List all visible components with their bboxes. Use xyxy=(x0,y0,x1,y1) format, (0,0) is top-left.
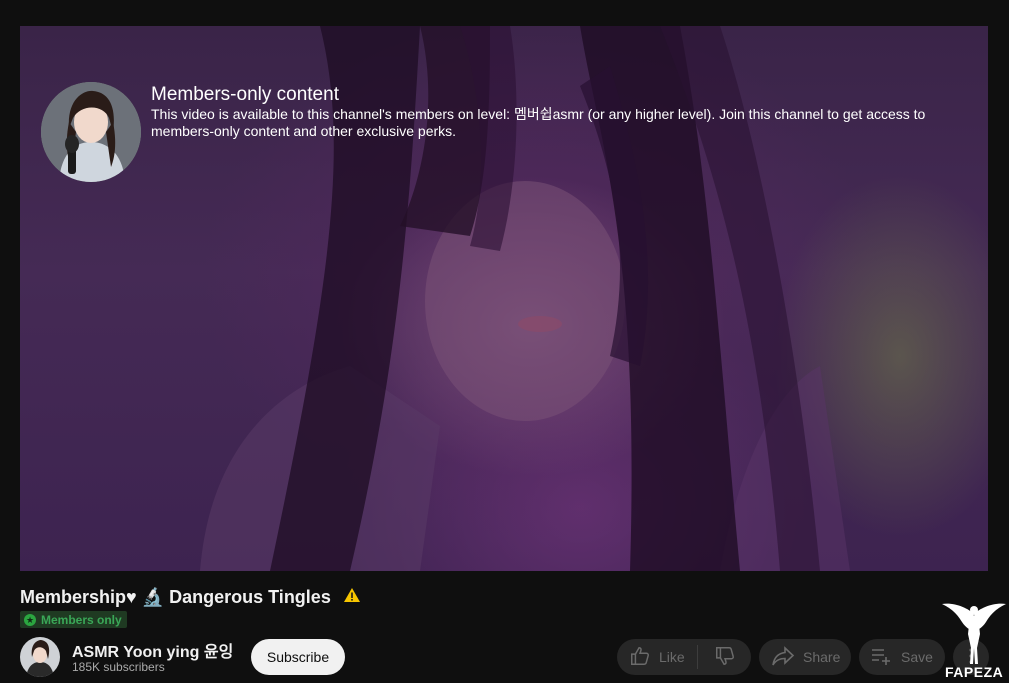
warning-icon xyxy=(343,587,361,608)
channel-name[interactable]: ASMR Yoon ying 윤잉 xyxy=(72,638,233,662)
members-only-description: This video is available to this channel'… xyxy=(151,106,926,139)
like-button[interactable]: Like xyxy=(617,639,697,675)
subscribe-button[interactable]: Subscribe xyxy=(251,639,345,675)
star-icon: ★ xyxy=(24,613,36,626)
thumbs-up-icon xyxy=(629,645,651,670)
channel-avatar-large xyxy=(41,82,141,182)
members-only-badge: ★ Members only xyxy=(20,611,127,628)
video-title: Membership♥ 🔬 Dangerous Tingles xyxy=(20,587,361,608)
save-label: Save xyxy=(901,649,933,665)
video-player[interactable]: Members-only content This video is avail… xyxy=(20,26,988,571)
share-label: Share xyxy=(803,649,841,665)
like-dislike-group: Like xyxy=(617,639,751,675)
share-icon xyxy=(771,645,795,670)
share-button[interactable]: Share xyxy=(759,639,851,675)
dislike-button[interactable] xyxy=(698,639,751,675)
subscriber-count: 185K subscribers xyxy=(72,660,165,674)
like-label: Like xyxy=(659,649,685,665)
save-button[interactable]: Save xyxy=(859,639,945,675)
add-to-playlist-icon xyxy=(871,647,893,668)
watermark-text: FAPEZA xyxy=(945,664,1004,680)
members-only-title: Members-only content xyxy=(151,84,339,105)
channel-avatar[interactable] xyxy=(20,637,60,677)
thumbs-down-icon xyxy=(714,645,736,670)
video-title-text: Membership♥ 🔬 Dangerous Tingles xyxy=(20,587,331,607)
members-only-badge-label: Members only xyxy=(41,612,122,627)
